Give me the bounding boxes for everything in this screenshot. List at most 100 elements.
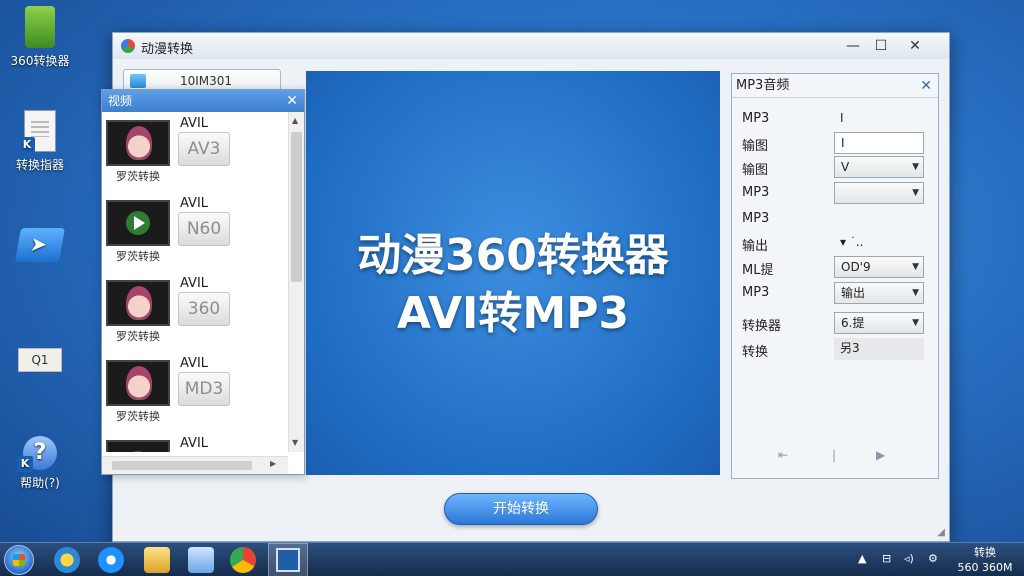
- list-item[interactable]: AVIL: [102, 432, 288, 452]
- settings-text-input[interactable]: I: [834, 132, 924, 154]
- tray-settings-icon[interactable]: ⚙: [928, 552, 938, 565]
- settings-value: I: [840, 111, 844, 125]
- clock-line-1: 转换: [974, 546, 996, 559]
- format-badge: 360: [178, 292, 230, 326]
- scroll-down-icon[interactable]: ▼: [292, 438, 298, 447]
- next-icon[interactable]: ▶: [876, 448, 885, 462]
- scrollbar-thumb[interactable]: [112, 461, 252, 470]
- list-panel-title: 视频: [108, 94, 133, 108]
- item-caption: 罗茨转换: [116, 250, 160, 263]
- desktop-icon-label: 转换指器: [15, 158, 64, 172]
- settings-row: 转换器 6.提: [742, 312, 928, 334]
- taskbar: ▲ ⊟ ◃) ⚙ 转换 560 360M: [0, 542, 1024, 576]
- list-vertical-scrollbar[interactable]: ▲ ▼: [288, 112, 304, 452]
- desktop-icon-small-file[interactable]: Q1: [0, 348, 80, 376]
- play-icon: [126, 451, 150, 452]
- list-horizontal-scrollbar[interactable]: ▶: [102, 456, 288, 474]
- format-label: AVIL: [180, 356, 209, 371]
- format-badge: AV3: [178, 132, 230, 166]
- settings-close-button[interactable]: ✕: [920, 74, 932, 98]
- file-explorer-icon[interactable]: [144, 547, 170, 573]
- settings-row: MP3: [742, 208, 928, 230]
- media-player-icon[interactable]: [54, 547, 80, 573]
- scroll-up-icon[interactable]: ▲: [292, 116, 298, 125]
- format-label: AVIL: [180, 116, 209, 131]
- desktop-icon-converter-guide[interactable]: K 转换指器: [0, 110, 80, 173]
- file-field-value: 10IM301: [180, 74, 233, 88]
- list-item[interactable]: AVIL 360 罗茨转换: [102, 272, 288, 352]
- settings-value: [834, 208, 924, 230]
- window-title: 动漫转换: [141, 42, 194, 57]
- taskbar-clock[interactable]: 转换 560 360M: [952, 545, 1018, 575]
- app-icon: [25, 6, 55, 48]
- settings-dropdown[interactable]: [834, 182, 924, 204]
- settings-row: MP3 输出: [742, 282, 928, 304]
- video-thumbnail: [106, 360, 170, 406]
- settings-row: MP3 I: [742, 108, 928, 130]
- preview-area: 动漫360转换器 AVI转MP3: [306, 71, 720, 475]
- window-titlebar[interactable]: 动漫转换 — ☐ ✕: [113, 33, 949, 59]
- item-caption: 罗茨转换: [116, 170, 160, 183]
- settings-label: ML提: [742, 263, 774, 278]
- settings-titlebar: MP3音频 ✕: [732, 74, 938, 98]
- list-item[interactable]: AVIL AV3 罗茨转换: [102, 112, 288, 192]
- desktop-icon-label: 帮助(?): [20, 476, 60, 490]
- previous-icon[interactable]: ⇤: [778, 448, 788, 462]
- k-badge-icon: K: [19, 137, 35, 153]
- maximize-button[interactable]: ☐: [869, 36, 893, 56]
- list-panel-close-button[interactable]: ✕: [286, 90, 298, 112]
- scroll-right-icon[interactable]: ▶: [270, 459, 276, 468]
- arrow-shortcut-icon: [15, 228, 65, 262]
- video-thumbnail: [106, 280, 170, 326]
- settings-label: 输图: [742, 163, 769, 178]
- settings-value[interactable]: ▾ ˙..: [834, 232, 924, 254]
- desktop-icon-label: 360转换器: [10, 54, 70, 68]
- tray-volume-icon[interactable]: ◃): [904, 552, 914, 565]
- settings-row: 输图 V: [742, 156, 928, 178]
- settings-label: 输出: [742, 239, 769, 254]
- clock-line-2: 560 360M: [957, 561, 1013, 574]
- settings-dropdown[interactable]: 6.提: [834, 312, 924, 334]
- video-list-panel: 视频 ✕ AVIL AV3 罗茨转换 AVIL N60 罗茨转换 AVIL 36…: [101, 89, 305, 475]
- settings-title: MP3音频: [736, 78, 790, 93]
- resize-grip-icon[interactable]: ◢: [937, 527, 945, 538]
- scrollbar-thumb[interactable]: [291, 132, 302, 282]
- settings-label: MP3: [742, 211, 770, 226]
- settings-row: ML提 OD'9: [742, 256, 928, 278]
- settings-label: 转换: [742, 345, 769, 360]
- format-label: AVIL: [180, 436, 209, 451]
- settings-dropdown[interactable]: 输出: [834, 282, 924, 304]
- converter-app-icon: [276, 548, 300, 572]
- anime-face-icon: [126, 366, 152, 400]
- tray-network-icon[interactable]: ⊟: [882, 552, 891, 565]
- settings-label: MP3: [742, 285, 770, 300]
- active-task-converter[interactable]: [268, 543, 308, 576]
- minimize-button[interactable]: —: [841, 36, 865, 56]
- desktop-icon-help[interactable]: ? K 帮助(?): [0, 436, 80, 491]
- settings-dropdown[interactable]: V: [834, 156, 924, 178]
- video-thumbnail: [106, 120, 170, 166]
- settings-row: 输图 I: [742, 132, 928, 154]
- internet-explorer-icon[interactable]: [98, 547, 124, 573]
- desktop-icon-arrow-shortcut[interactable]: [0, 222, 80, 266]
- mail-icon[interactable]: [188, 547, 214, 573]
- settings-label: 输图: [742, 139, 769, 154]
- tray-expand-icon[interactable]: ▲: [858, 552, 866, 565]
- format-label: AVIL: [180, 196, 209, 211]
- list-panel-titlebar: 视频 ✕: [102, 90, 304, 112]
- format-badge: MD3: [178, 372, 230, 406]
- start-convert-button[interactable]: 开始转换: [444, 493, 598, 525]
- desktop-icon-360-converter[interactable]: 360转换器: [0, 6, 80, 69]
- start-button[interactable]: [4, 545, 34, 575]
- settings-dropdown[interactable]: OD'9: [834, 256, 924, 278]
- list-item[interactable]: AVIL N60 罗茨转换: [102, 192, 288, 272]
- video-list: AVIL AV3 罗茨转换 AVIL N60 罗茨转换 AVIL 360 罗茨转…: [102, 112, 288, 452]
- list-item[interactable]: AVIL MD3 罗茨转换: [102, 352, 288, 432]
- settings-label: MP3: [742, 111, 770, 126]
- preview-title: 动漫360转换器: [357, 230, 669, 281]
- close-button[interactable]: ✕: [903, 36, 927, 56]
- settings-row: 输出 ▾ ˙..: [742, 232, 928, 254]
- chrome-icon[interactable]: [230, 547, 256, 573]
- anime-face-icon: [126, 286, 152, 320]
- divider: |: [832, 448, 837, 462]
